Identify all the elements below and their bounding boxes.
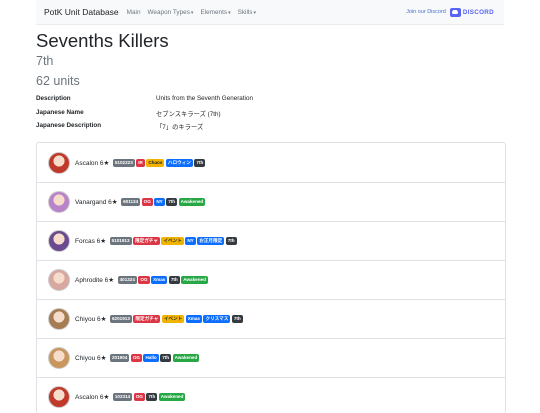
nav-link-elements[interactable]: Elements▾	[200, 9, 230, 16]
nav-link-label: Skills	[237, 8, 253, 16]
page-subtitle: 7th	[36, 54, 54, 68]
discord-logo: DISCORD	[449, 7, 494, 17]
unit-badge: 7th	[168, 275, 180, 284]
unit-badge: ハロウィン	[165, 158, 193, 167]
brand-link[interactable]: PotK Unit Database	[44, 7, 119, 17]
unit-badge: Awakened	[172, 353, 200, 362]
unit-badge: 7th	[194, 158, 206, 167]
unit-avatar	[48, 346, 70, 369]
unit-name[interactable]: Chiyou 6★	[75, 315, 106, 323]
unit-avatar	[48, 229, 70, 252]
info-label: Japanese Description	[36, 122, 102, 129]
unit-badge: 6201913	[109, 314, 132, 323]
info-value: セブンスキラーズ (7th)	[156, 111, 221, 118]
unit-name[interactable]: Aphrodite 6★	[75, 276, 114, 284]
unit-badge: OG	[133, 392, 145, 401]
join-discord-text: Join our Discord	[406, 9, 446, 15]
unit-list-item[interactable]: Chiyou 6★ 6201913 限定ガチャ イベント Xmas クリスマス 7th	[37, 299, 505, 339]
caret-down-icon: ▾	[253, 9, 257, 16]
info-value: 「7」のキラーズ	[156, 124, 204, 131]
caret-down-icon: ▾	[228, 9, 231, 16]
nav-link-label: Elements	[200, 8, 228, 16]
nav-link-weapon-types[interactable]: Weapon Types▾	[148, 9, 194, 16]
unit-badge: Xmas	[185, 314, 202, 323]
unit-badge: 401324	[117, 275, 137, 284]
unit-badge: 102314	[112, 392, 133, 401]
unit-badge: クリスマス	[203, 314, 231, 323]
unit-badge: イベント	[161, 314, 185, 323]
unit-list: Ascalon 6★ 5102223 IR Chaos ハロウィン 7th Vanargan…	[36, 142, 506, 413]
discord-icon	[449, 7, 461, 17]
discord-link[interactable]: Join our Discord DISCORD	[406, 7, 494, 17]
unit-badge: 5102223	[112, 158, 135, 167]
unit-list-item[interactable]: Forcas 6★ 5101913 限定ガチャ イベント NY お正月限定 7th	[37, 221, 505, 261]
unit-badge: IR	[136, 158, 145, 167]
unit-badge: 5101913	[109, 236, 132, 245]
nav-link-label: Main	[126, 8, 141, 16]
unit-badge: OG	[141, 197, 153, 206]
unit-badge: 7th	[146, 392, 158, 401]
unit-badge: 601134	[121, 197, 141, 206]
unit-list-item[interactable]: Aphrodite 6★ 401324 OG Xmas 7th Awakened	[37, 260, 505, 300]
unit-count: 62 units	[36, 74, 80, 88]
unit-badge: Awakened	[181, 275, 208, 284]
unit-badge: OG	[138, 275, 150, 284]
unit-badge: 7th	[225, 236, 237, 245]
unit-avatar	[48, 385, 70, 408]
info-value: Units from the Seventh Generation	[156, 95, 253, 102]
unit-badge: 7th	[160, 353, 172, 362]
unit-avatar	[48, 151, 70, 174]
page-title: Sevenths Killers	[36, 30, 169, 51]
unit-badge: 7th	[231, 314, 243, 323]
navbar: PotK Unit Database Main Weapon Types▾ El…	[36, 0, 504, 25]
info-label: Description	[36, 95, 71, 102]
unit-name[interactable]: Ascalon 6★	[75, 393, 109, 401]
unit-badge: お正月限定	[197, 236, 225, 245]
info-row-description: Description Units from the Seventh Gener…	[36, 95, 253, 102]
unit-badge: NY	[185, 236, 196, 245]
info-row-japanese-name: Japanese Name セブンスキラーズ (7th)	[36, 109, 221, 118]
unit-badge: Xmas	[151, 275, 168, 284]
nav-link-skills[interactable]: Skills▾	[238, 9, 256, 16]
unit-list-item[interactable]: Ascalon 6★ 102314 OG 7th Awakened	[37, 377, 505, 413]
unit-list-item[interactable]: Ascalon 6★ 5102223 IR Chaos ハロウィン 7th	[37, 143, 505, 183]
unit-badge: OG	[130, 353, 142, 362]
unit-list-item[interactable]: Vanargand 6★ 601134 OG NY 7th Awakened	[37, 182, 505, 222]
unit-name[interactable]: Vanargand 6★	[75, 198, 118, 206]
unit-badge: イベント	[161, 236, 184, 245]
unit-badge: Awakened	[158, 392, 186, 401]
unit-badge: 7th	[166, 197, 178, 206]
nav-link-label: Weapon Types	[147, 8, 190, 16]
unit-name[interactable]: Ascalon 6★	[75, 159, 109, 167]
caret-down-icon: ▾	[190, 9, 194, 16]
unit-badge: Awakened	[178, 197, 206, 206]
info-label: Japanese Name	[36, 109, 84, 116]
unit-badge: Chaos	[146, 158, 165, 167]
unit-badge: 201904	[109, 353, 130, 362]
unit-badge: Hallo	[143, 353, 159, 362]
unit-name[interactable]: Forcas 6★	[75, 237, 106, 245]
unit-avatar	[48, 190, 70, 213]
unit-badge: 限定ガチャ	[133, 236, 160, 245]
unit-name[interactable]: Chiyou 6★	[75, 354, 106, 362]
unit-badge: 限定ガチャ	[133, 314, 161, 323]
unit-list-item[interactable]: Chiyou 6★ 201904 OG Hallo 7th Awakened	[37, 338, 505, 378]
info-row-japanese-description: Japanese Description 「7」のキラーズ	[36, 122, 203, 131]
unit-avatar	[48, 307, 70, 330]
nav-link-main[interactable]: Main	[127, 9, 141, 16]
discord-wordmark: DISCORD	[462, 8, 494, 16]
unit-avatar	[48, 268, 70, 291]
unit-badge: NY	[154, 197, 165, 206]
